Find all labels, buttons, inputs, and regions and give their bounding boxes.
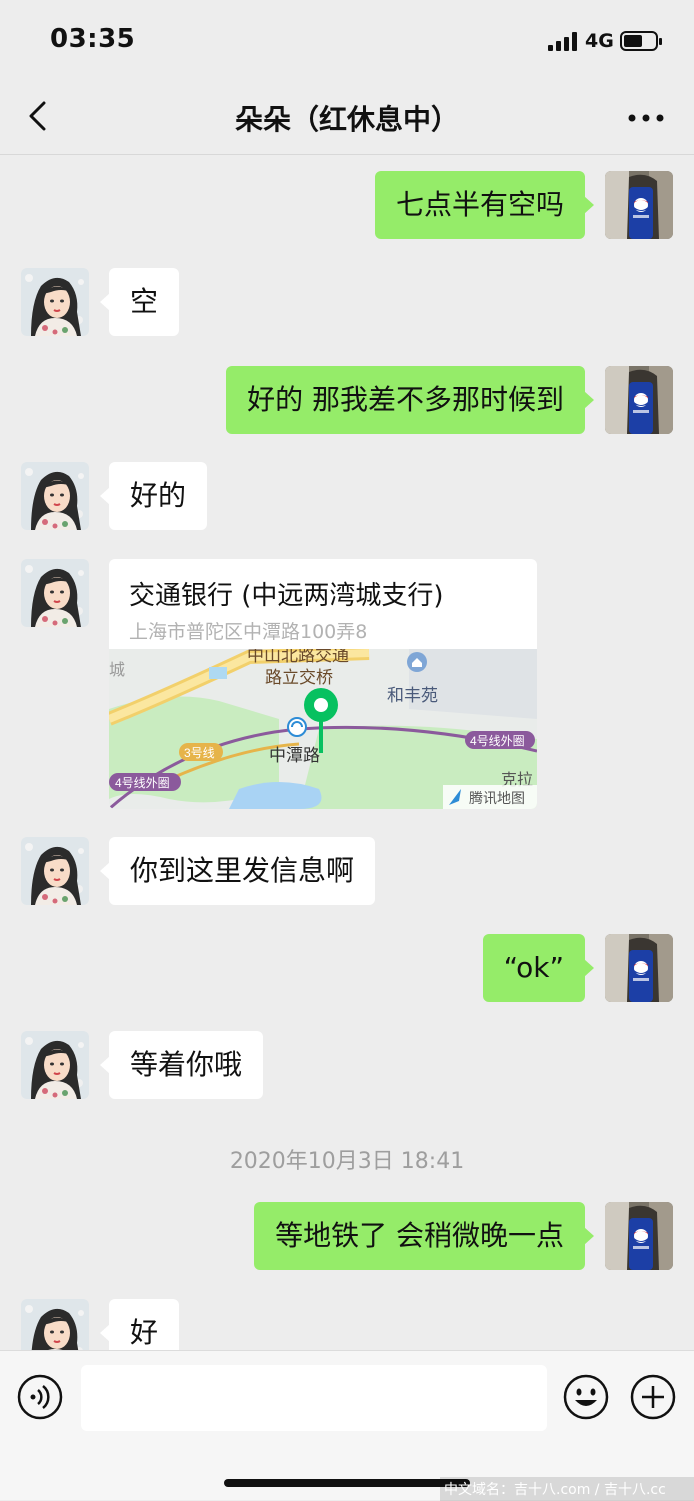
map-label: 中潭路 bbox=[269, 746, 320, 765]
map-label: 和丰苑 bbox=[387, 686, 438, 705]
network-type: 4G bbox=[585, 30, 614, 52]
voice-icon bbox=[17, 1374, 63, 1420]
message-text-input[interactable] bbox=[81, 1365, 547, 1431]
contact-avatar[interactable] bbox=[21, 1031, 89, 1099]
sent-message-bubble[interactable]: 好的 那我差不多那时候到 bbox=[226, 366, 594, 434]
message-timestamp: 2020年10月3日 18:41 bbox=[229, 1149, 465, 1174]
received-message-bubble[interactable]: 好的 bbox=[99, 462, 208, 530]
map-label: 4号线外圈 bbox=[470, 734, 525, 748]
status-time: 03:35 bbox=[50, 24, 136, 54]
emoji-button[interactable] bbox=[563, 1374, 609, 1420]
map-label: 中山北路交通 bbox=[247, 649, 349, 665]
location-title: 交通银行 (中远两湾城支行) bbox=[129, 581, 444, 611]
contact-avatar[interactable] bbox=[21, 837, 89, 905]
message-input-bar: 中文域名：吉十八.com / 吉十八.cc bbox=[0, 1350, 694, 1501]
home-indicator[interactable] bbox=[224, 1479, 470, 1487]
more-button[interactable] bbox=[626, 108, 666, 128]
received-message-bubble[interactable]: 好 bbox=[99, 1299, 180, 1350]
plus-circle-icon bbox=[630, 1374, 676, 1420]
contact-avatar[interactable] bbox=[21, 1299, 89, 1350]
my-avatar[interactable] bbox=[605, 934, 673, 1002]
more-dots-icon bbox=[628, 114, 664, 122]
sent-message-bubble[interactable]: “ok” bbox=[482, 934, 595, 1002]
emoji-icon bbox=[563, 1374, 609, 1420]
sent-message-bubble[interactable]: 等地铁了 会稍微晚一点 bbox=[254, 1202, 594, 1270]
sent-message-bubble[interactable]: 七点半有空吗 bbox=[374, 171, 595, 239]
signal-icon bbox=[548, 31, 578, 51]
my-avatar[interactable] bbox=[605, 171, 673, 239]
chat-messages[interactable]: 七点半有空吗 空 好的 那我差不多那时候到 好的 交通银行 (中远两湾城支行) … bbox=[0, 155, 694, 1350]
location-address: 上海市普陀区中潭路100弄8 bbox=[129, 621, 368, 643]
more-functions-button[interactable] bbox=[630, 1374, 676, 1420]
location-map-thumbnail: 中山北路交通 路立交桥 和丰苑 中潭路 3号线 4号线外圈 4号线外圈 克拉 城… bbox=[109, 649, 537, 809]
received-message-bubble[interactable]: 你到这里发信息啊 bbox=[99, 837, 376, 905]
voice-input-button[interactable] bbox=[17, 1374, 63, 1420]
watermark-text: 中文域名：吉十八.com / 吉十八.cc bbox=[440, 1477, 694, 1501]
chat-title: 朵朵（红休息中） bbox=[234, 103, 459, 136]
received-message-bubble[interactable]: 等着你哦 bbox=[99, 1031, 264, 1099]
my-avatar[interactable] bbox=[605, 1202, 673, 1270]
location-message-card[interactable]: 交通银行 (中远两湾城支行) 上海市普陀区中潭路100弄8 中山北路交通 路立交… bbox=[109, 559, 537, 809]
map-label: 3号线 bbox=[184, 746, 215, 760]
map-label: 路立交桥 bbox=[265, 668, 333, 687]
status-bar: 03:35 4G bbox=[0, 0, 694, 80]
received-message-bubble[interactable]: 空 bbox=[99, 268, 180, 336]
contact-avatar[interactable] bbox=[21, 559, 89, 627]
map-label: 腾讯地图 bbox=[469, 790, 525, 806]
map-label: 4号线外圈 bbox=[115, 776, 170, 790]
battery-icon bbox=[620, 31, 662, 51]
contact-avatar[interactable] bbox=[21, 268, 89, 336]
chat-header: 朵朵（红休息中） bbox=[0, 80, 694, 155]
contact-avatar[interactable] bbox=[21, 462, 89, 530]
map-label: 城 bbox=[109, 661, 125, 679]
my-avatar[interactable] bbox=[605, 366, 673, 434]
